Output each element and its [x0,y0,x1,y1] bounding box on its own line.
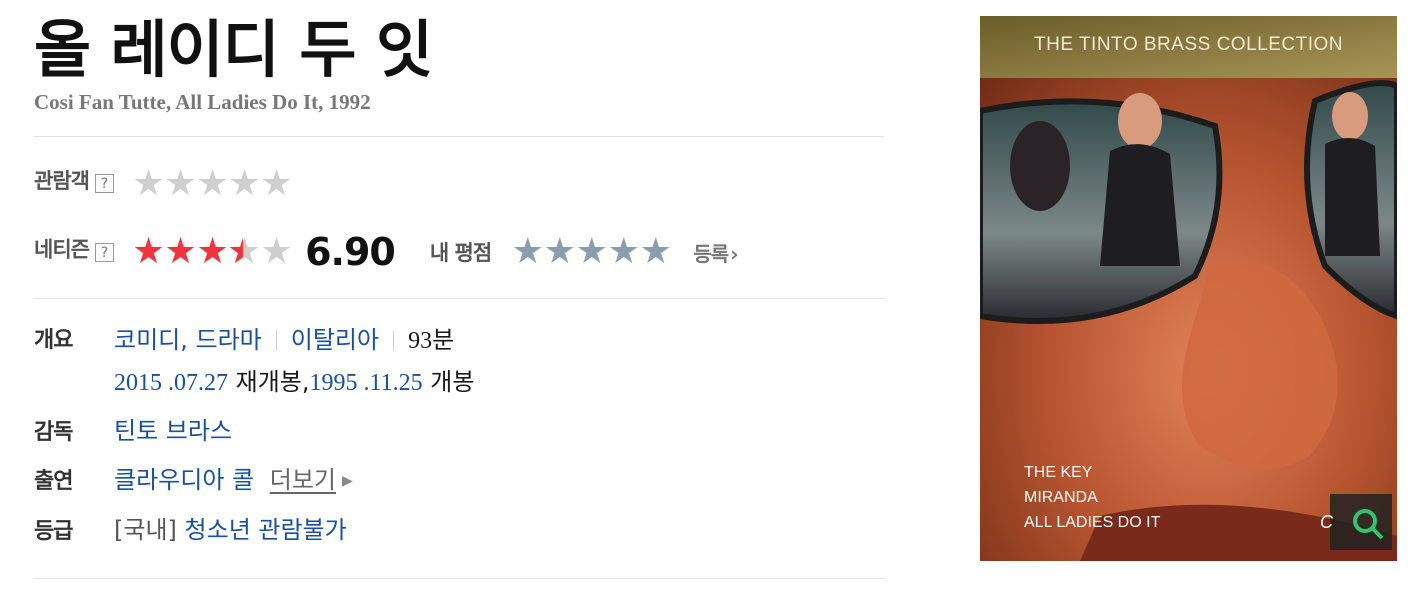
separator [275,331,277,351]
star-half-icon: ★★ [227,231,261,272]
divider-top [34,136,884,137]
cast-value: 클라우디아 콜 더보기 ▶ [114,460,353,495]
star-icon: ★ [260,231,292,272]
country-link[interactable]: 이탈리아 [291,326,379,354]
audience-rating-row: 관람객? ★★★★★ [34,162,293,204]
triangle-right-icon: ▶ [342,473,353,489]
star-icon: ★ [132,231,164,272]
poster-line: ALL LADIES DO IT [1024,514,1161,531]
netizen-help-icon[interactable]: ? [94,242,114,262]
star-icon: ★ [196,231,228,272]
grade-label: 등급 [34,519,73,544]
netizen-label: 네티즌 [34,237,90,262]
register-label: 등록 [693,241,729,266]
poster-line: THE KEY [1024,464,1093,481]
star-icon: ★ [196,162,228,204]
rerelease-text: 재개봉, [235,368,310,396]
star-icon: ★ [132,162,164,204]
release-info: 2015 .07.27 재개봉,1995 .11.25 개봉 [114,362,474,397]
separator [393,331,395,351]
poster-header: THE TINTO BRASS COLLECTION [1034,34,1343,55]
poster-titles: THE KEY MIRANDA ALL LADIES DO IT [1024,460,1160,535]
star-icon[interactable]: ★ [638,234,672,270]
director-value: 틴토 브라스 [114,411,232,446]
original-title: Cosi Fan Tutte, All Ladies Do It, 1992 [34,90,371,114]
genre-link[interactable]: 코미디, 드라마 [114,326,262,354]
zoom-search-icon[interactable] [1342,504,1382,540]
poster-line: MIRANDA [1024,489,1098,506]
grade-value: [국내] 청소년 관람불가 [114,510,347,545]
grade-region: [국내] [114,516,177,544]
my-rating-stars[interactable]: ★★★★★ [510,234,672,270]
my-rating-label: 내 평점 [429,241,492,265]
netizen-stars: ★★★★★★ [131,231,292,272]
rerelease-date-link[interactable]: 2015 .07.27 [114,370,228,396]
audience-label: 관람객 [34,169,90,193]
divider-middle [34,298,884,299]
release-text: 개봉 [430,368,475,396]
cast-link[interactable]: 클라우디아 콜 [114,466,254,494]
audience-help-icon[interactable]: ? [94,174,114,193]
netizen-rating-row: 네티즌? ★★★★★★ 6.90 내 평점 ★★★★★ 등록› [34,230,738,274]
runtime-number: 93 [408,328,433,354]
more-cast-link[interactable]: 더보기 [270,466,336,494]
chevron-right-icon: › [730,241,738,266]
star-icon: ★ [260,162,292,204]
movie-title: 올 레이디 두 잇 [34,13,433,86]
star-icon[interactable]: ★ [510,234,544,270]
star-icon[interactable]: ★ [606,234,640,270]
director-label: 감독 [34,420,73,445]
grade-link[interactable]: 청소년 관람불가 [185,516,347,544]
star-icon: ★ [164,162,196,204]
star-icon: ★ [164,231,196,272]
cast-label: 출연 [34,469,73,494]
netizen-score: 6.90 [305,230,396,274]
audience-stars: ★★★★★ [131,162,292,204]
star-icon[interactable]: ★ [574,234,608,270]
movie-poster[interactable]: THE TINTO BRASS COLLECTION THE KEY MIRAN… [980,16,1397,561]
star-icon[interactable]: ★ [542,234,576,270]
star-icon: ★ [228,162,260,204]
release-date-link[interactable]: 1995 .11.25 [310,370,423,396]
divider-bottom [34,578,884,579]
runtime-unit: 분 [432,326,455,354]
director-link[interactable]: 틴토 브라스 [114,417,232,445]
overview-label: 개요 [34,328,73,353]
overview-value: 코미디, 드라마 이탈리아 93분 [114,320,454,355]
poster-badge: C [1320,512,1333,532]
register-rating-button[interactable]: 등록 › [693,241,738,266]
